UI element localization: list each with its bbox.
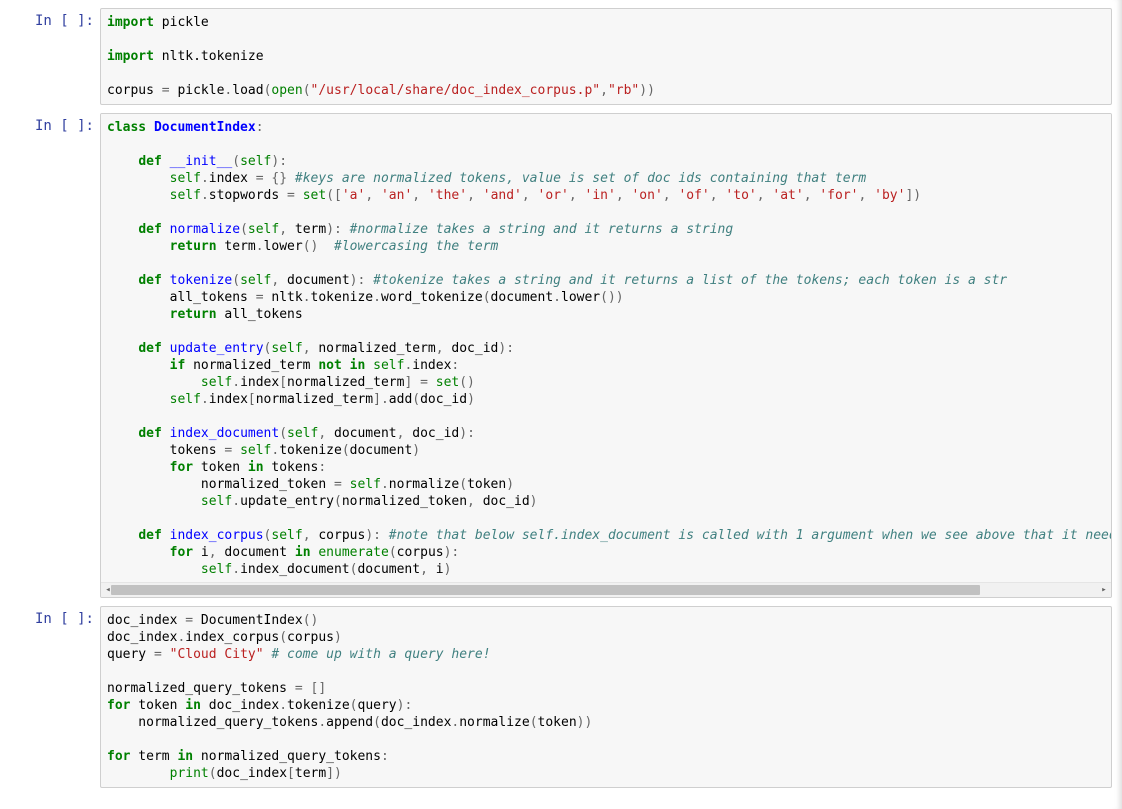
- code-line: [107, 255, 1105, 272]
- code-line: import pickle: [107, 14, 1105, 31]
- code-line: [107, 663, 1105, 680]
- horizontal-scrollbar[interactable]: ◂▸: [101, 582, 1111, 597]
- code-line: [107, 323, 1105, 340]
- code-line: doc_index = DocumentIndex(): [107, 612, 1105, 629]
- code-input-area[interactable]: doc_index = DocumentIndex()doc_index.ind…: [100, 606, 1112, 788]
- code-line: def tokenize(self, document): #tokenize …: [107, 272, 1105, 289]
- code-line: tokens = self.tokenize(document): [107, 442, 1105, 459]
- code-line: self.stopwords = set(['a', 'an', 'the', …: [107, 187, 1105, 204]
- code-line: for token in doc_index.tokenize(query):: [107, 697, 1105, 714]
- code-line: def update_entry(self, normalized_term, …: [107, 340, 1105, 357]
- code-line: self.index[normalized_term].add(doc_id): [107, 391, 1105, 408]
- code-line: query = "Cloud City" # come up with a qu…: [107, 646, 1105, 663]
- code-line: corpus = pickle.load(open("/usr/local/sh…: [107, 82, 1105, 99]
- code-line: def index_document(self, document, doc_i…: [107, 425, 1105, 442]
- input-prompt: In [ ]:: [10, 113, 100, 598]
- code-cell[interactable]: In [ ]: import pickle import nltk.tokeni…: [10, 8, 1112, 105]
- code-input-area[interactable]: import pickle import nltk.tokenize corpu…: [100, 8, 1112, 105]
- code-line: [107, 731, 1105, 748]
- code-line: for i, document in enumerate(corpus):: [107, 544, 1105, 561]
- code-line: print(doc_index[term]): [107, 765, 1105, 782]
- code-line: doc_index.index_corpus(corpus): [107, 629, 1105, 646]
- code-line: self.index = {} #keys are normalized tok…: [107, 170, 1105, 187]
- scrollbar-thumb[interactable]: [111, 585, 980, 595]
- code-line: all_tokens = nltk.tokenize.word_tokenize…: [107, 289, 1105, 306]
- code-line: def __init__(self):: [107, 153, 1105, 170]
- code-line: for term in normalized_query_tokens:: [107, 748, 1105, 765]
- code-line: [107, 204, 1105, 221]
- code-input-area[interactable]: class DocumentIndex: def __init__(self):…: [100, 113, 1112, 598]
- code-line: class DocumentIndex:: [107, 119, 1105, 136]
- code-line: self.update_entry(normalized_token, doc_…: [107, 493, 1105, 510]
- code-line: [107, 31, 1105, 48]
- input-prompt: In [ ]:: [10, 606, 100, 788]
- code-line: [107, 65, 1105, 82]
- code-line: self.index_document(document, i): [107, 561, 1105, 578]
- code-line: def normalize(self, term): #normalize ta…: [107, 221, 1105, 238]
- code-line: normalized_token = self.normalize(token): [107, 476, 1105, 493]
- code-line: if normalized_term not in self.index:: [107, 357, 1105, 374]
- code-line: self.index[normalized_term] = set(): [107, 374, 1105, 391]
- code-line: [107, 408, 1105, 425]
- scroll-right-icon[interactable]: ▸: [1097, 583, 1111, 597]
- code-cell[interactable]: In [ ]: doc_index = DocumentIndex()doc_i…: [10, 606, 1112, 788]
- code-line: [107, 136, 1105, 153]
- notebook-container: In [ ]: import pickle import nltk.tokeni…: [0, 0, 1122, 800]
- code-line: return term.lower() #lowercasing the ter…: [107, 238, 1105, 255]
- code-line: [107, 510, 1105, 527]
- input-prompt: In [ ]:: [10, 8, 100, 105]
- code-cell[interactable]: In [ ]: class DocumentIndex: def __init_…: [10, 113, 1112, 598]
- code-line: import nltk.tokenize: [107, 48, 1105, 65]
- code-line: for token in tokens:: [107, 459, 1105, 476]
- code-line: normalized_query_tokens = []: [107, 680, 1105, 697]
- code-line: def index_corpus(self, corpus): #note th…: [107, 527, 1105, 544]
- code-line: normalized_query_tokens.append(doc_index…: [107, 714, 1105, 731]
- code-line: return all_tokens: [107, 306, 1105, 323]
